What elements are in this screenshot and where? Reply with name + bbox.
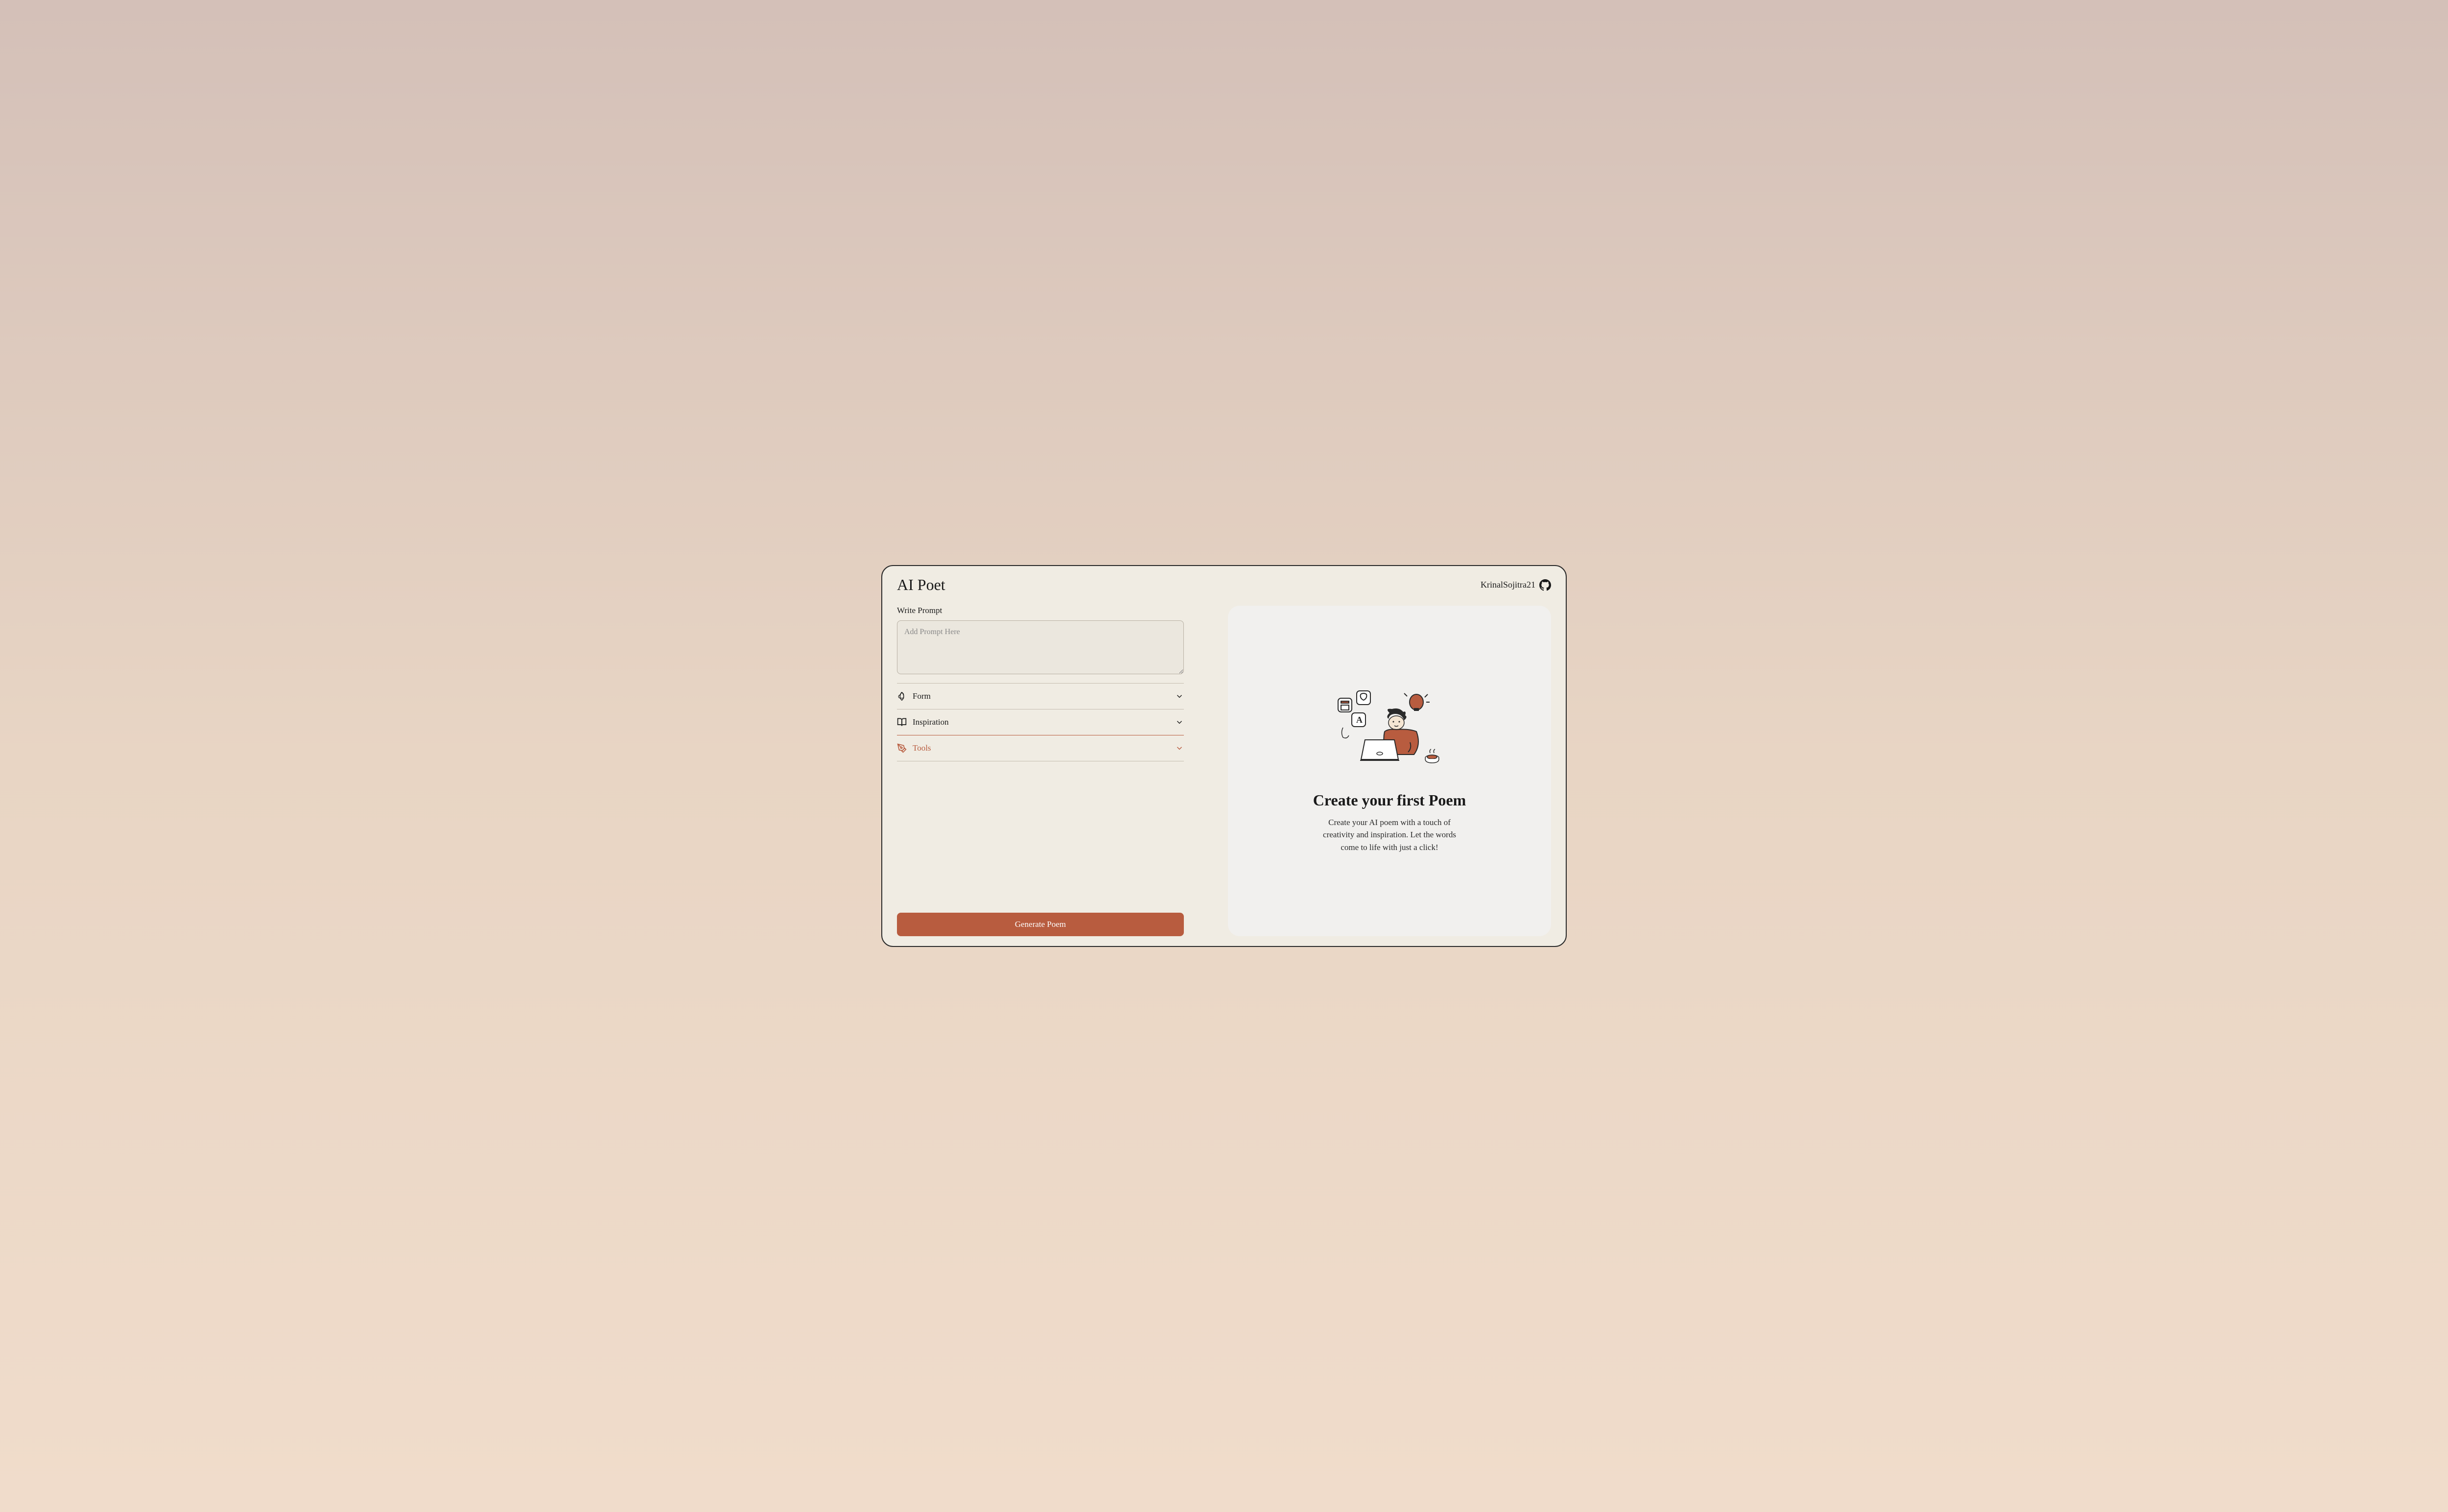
welcome-illustration: A [1333, 688, 1446, 772]
right-panel: A [1228, 606, 1551, 936]
left-panel: Write Prompt Form [897, 606, 1184, 936]
chevron-down-icon [1175, 718, 1184, 727]
accordion: Form Inspiration [897, 683, 1184, 761]
svg-text:A: A [1356, 715, 1363, 725]
accordion-item-left: Inspiration [897, 717, 949, 727]
welcome-title: Create your first Poem [1313, 791, 1466, 809]
welcome-description: Create your AI poem with a touch of crea… [1318, 816, 1460, 854]
github-icon [1539, 579, 1551, 591]
app-title: AI Poet [897, 576, 945, 594]
main-content: Write Prompt Form [897, 606, 1551, 936]
chevron-down-icon [1175, 692, 1184, 701]
accordion-item-inspiration[interactable]: Inspiration [897, 709, 1184, 735]
prompt-label: Write Prompt [897, 606, 1184, 615]
chevron-down-icon [1175, 744, 1184, 753]
prompt-textarea[interactable] [897, 620, 1184, 674]
leaf-icon [897, 691, 907, 701]
header: AI Poet KrinalSojitra21 [897, 576, 1551, 594]
accordion-label: Inspiration [913, 717, 949, 727]
accordion-item-form[interactable]: Form [897, 683, 1184, 709]
pen-tool-icon [897, 743, 907, 753]
github-username: KrinalSojitra21 [1481, 580, 1535, 590]
accordion-label: Tools [913, 743, 931, 753]
accordion-label: Form [913, 691, 931, 701]
github-link[interactable]: KrinalSojitra21 [1481, 579, 1551, 591]
spacer [897, 761, 1184, 913]
app-container: AI Poet KrinalSojitra21 Write Prompt [881, 565, 1567, 947]
book-icon [897, 717, 907, 727]
accordion-item-left: Form [897, 691, 931, 701]
accordion-item-tools[interactable]: Tools [897, 735, 1184, 761]
generate-poem-button[interactable]: Generate Poem [897, 913, 1184, 936]
accordion-item-left: Tools [897, 743, 931, 753]
